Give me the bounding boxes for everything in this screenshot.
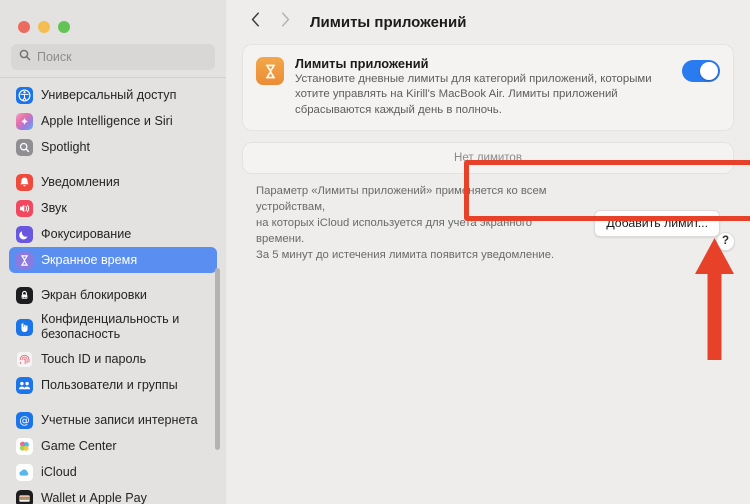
sidebar-scrollbar[interactable] bbox=[215, 268, 220, 450]
forward-button[interactable] bbox=[272, 9, 298, 35]
sidebar-item-accessibility[interactable]: Универсальный доступ bbox=[9, 82, 217, 108]
sidebar-item-spotlight[interactable]: Spotlight bbox=[9, 134, 217, 160]
search-icon bbox=[19, 48, 31, 66]
limits-list-empty-card: Нет лимитов bbox=[242, 142, 734, 175]
sidebar-item-privacy-security[interactable]: Конфиденциальность и безопасность bbox=[9, 308, 217, 346]
toggle-description: Установите дневные лимиты для категорий … bbox=[295, 73, 652, 116]
sidebar-item-label: Универсальный доступ bbox=[41, 87, 177, 102]
add-limit-button[interactable]: Добавить лимит... bbox=[594, 209, 720, 237]
game-center-icon bbox=[16, 437, 33, 455]
sidebar-item-label: Звук bbox=[41, 200, 67, 215]
sidebar-item-screen-time[interactable]: Экранное время bbox=[9, 247, 217, 273]
chevron-left-icon bbox=[251, 12, 260, 32]
notifications-icon bbox=[16, 173, 33, 191]
system-settings-window: Универсальный доступ bbox=[0, 0, 750, 504]
sidebar-item-game-center[interactable]: Game Center bbox=[9, 433, 217, 459]
close-button[interactable] bbox=[18, 21, 30, 33]
sidebar-item-users-groups[interactable]: Пользователи и группы bbox=[9, 372, 217, 398]
sidebar-item-wallet-apple-pay[interactable]: Wallet и Apple Pay bbox=[9, 485, 217, 504]
users-groups-icon bbox=[16, 376, 33, 394]
sidebar-item-label: Wallet и Apple Pay bbox=[41, 490, 147, 504]
empty-list-label: Нет лимитов bbox=[454, 152, 522, 165]
page-title: Лимиты приложений bbox=[310, 13, 467, 31]
toolbar: Лимиты приложений bbox=[226, 0, 750, 44]
sidebar-item-label: Touch ID и пароль bbox=[41, 351, 147, 366]
sidebar-item-internet-accounts[interactable]: @ Учетные записи интернета bbox=[9, 407, 217, 433]
focus-icon bbox=[16, 225, 33, 243]
minimize-button[interactable] bbox=[38, 21, 50, 33]
sidebar-group: Универсальный доступ Apple Intelligence … bbox=[9, 82, 217, 169]
search-container bbox=[0, 38, 226, 70]
internet-accounts-icon: @ bbox=[16, 411, 33, 429]
lock-screen-icon bbox=[16, 286, 33, 304]
sidebar-item-label: Spotlight bbox=[41, 139, 91, 154]
sidebar-item-label: iCloud bbox=[41, 464, 77, 479]
spotlight-icon bbox=[16, 138, 33, 156]
sidebar-item-focus[interactable]: Фокусирование bbox=[9, 221, 217, 247]
sidebar-item-label: Конфиденциальность и безопасность bbox=[41, 312, 180, 341]
apple-intelligence-icon bbox=[16, 112, 33, 130]
icloud-icon bbox=[16, 463, 33, 481]
sidebar-item-label: Game Center bbox=[41, 438, 117, 453]
sidebar-group: @ Учетные записи интернета Game Center i… bbox=[9, 407, 217, 504]
back-button[interactable] bbox=[242, 9, 268, 35]
app-limits-toggle-card: Лимиты приложений Установите дневные лим… bbox=[242, 44, 734, 132]
chevron-right-icon bbox=[281, 12, 290, 32]
sidebar-nav: Универсальный доступ Apple Intelligence … bbox=[0, 78, 226, 504]
sidebar-item-touch-id[interactable]: Touch ID и пароль bbox=[9, 346, 217, 372]
help-button[interactable]: ? bbox=[716, 232, 735, 251]
sidebar-item-label: Учетные записи интернета bbox=[41, 412, 198, 427]
sidebar-item-sound[interactable]: Звук bbox=[9, 195, 217, 221]
privacy-icon bbox=[16, 318, 33, 336]
sidebar-item-label: Фокусирование bbox=[41, 226, 132, 241]
sound-icon bbox=[16, 199, 33, 217]
screen-time-icon bbox=[16, 251, 33, 269]
sidebar-item-lock-screen[interactable]: Экран блокировки bbox=[9, 282, 217, 308]
wallet-icon bbox=[16, 489, 33, 504]
svg-text:@: @ bbox=[19, 415, 30, 427]
main-content: Лимиты приложений Лимиты приложений Уста… bbox=[226, 0, 750, 504]
screen-time-icon bbox=[256, 57, 284, 85]
sidebar-item-notifications[interactable]: Уведомления bbox=[9, 169, 217, 195]
sidebar-group: Уведомления Звук Фокусирование Экранное … bbox=[9, 169, 217, 282]
touch-id-icon bbox=[16, 350, 33, 368]
sidebar-item-label: Apple Intelligence и Siri bbox=[41, 113, 173, 128]
toggle-title: Лимиты приложений bbox=[295, 56, 429, 71]
window-traffic-lights bbox=[0, 0, 226, 38]
toggle-text-block: Лимиты приложений Установите дневные лим… bbox=[295, 56, 671, 118]
switch-knob bbox=[700, 62, 718, 80]
sidebar-item-label: Экран блокировки bbox=[41, 287, 147, 302]
sidebar: Универсальный доступ bbox=[0, 0, 226, 504]
sidebar-item-label: Уведомления bbox=[41, 174, 120, 189]
app-limits-switch[interactable] bbox=[682, 60, 720, 82]
footnote-text: Параметр «Лимиты приложений» применяется… bbox=[256, 185, 555, 262]
search-box[interactable] bbox=[11, 44, 215, 70]
sidebar-item-label: Экранное время bbox=[41, 252, 138, 267]
sidebar-item-apple-intelligence[interactable]: Apple Intelligence и Siri bbox=[9, 108, 217, 134]
accessibility-icon bbox=[16, 86, 33, 104]
sidebar-item-icloud[interactable]: iCloud bbox=[9, 459, 217, 485]
sidebar-group: Экран блокировки Конфиденциальность и бе… bbox=[9, 282, 217, 407]
footnote-row: Параметр «Лимиты приложений» применяется… bbox=[242, 174, 734, 274]
search-input[interactable] bbox=[37, 50, 207, 64]
sidebar-item-label: Пользователи и группы bbox=[41, 377, 178, 392]
maximize-button[interactable] bbox=[58, 21, 70, 33]
